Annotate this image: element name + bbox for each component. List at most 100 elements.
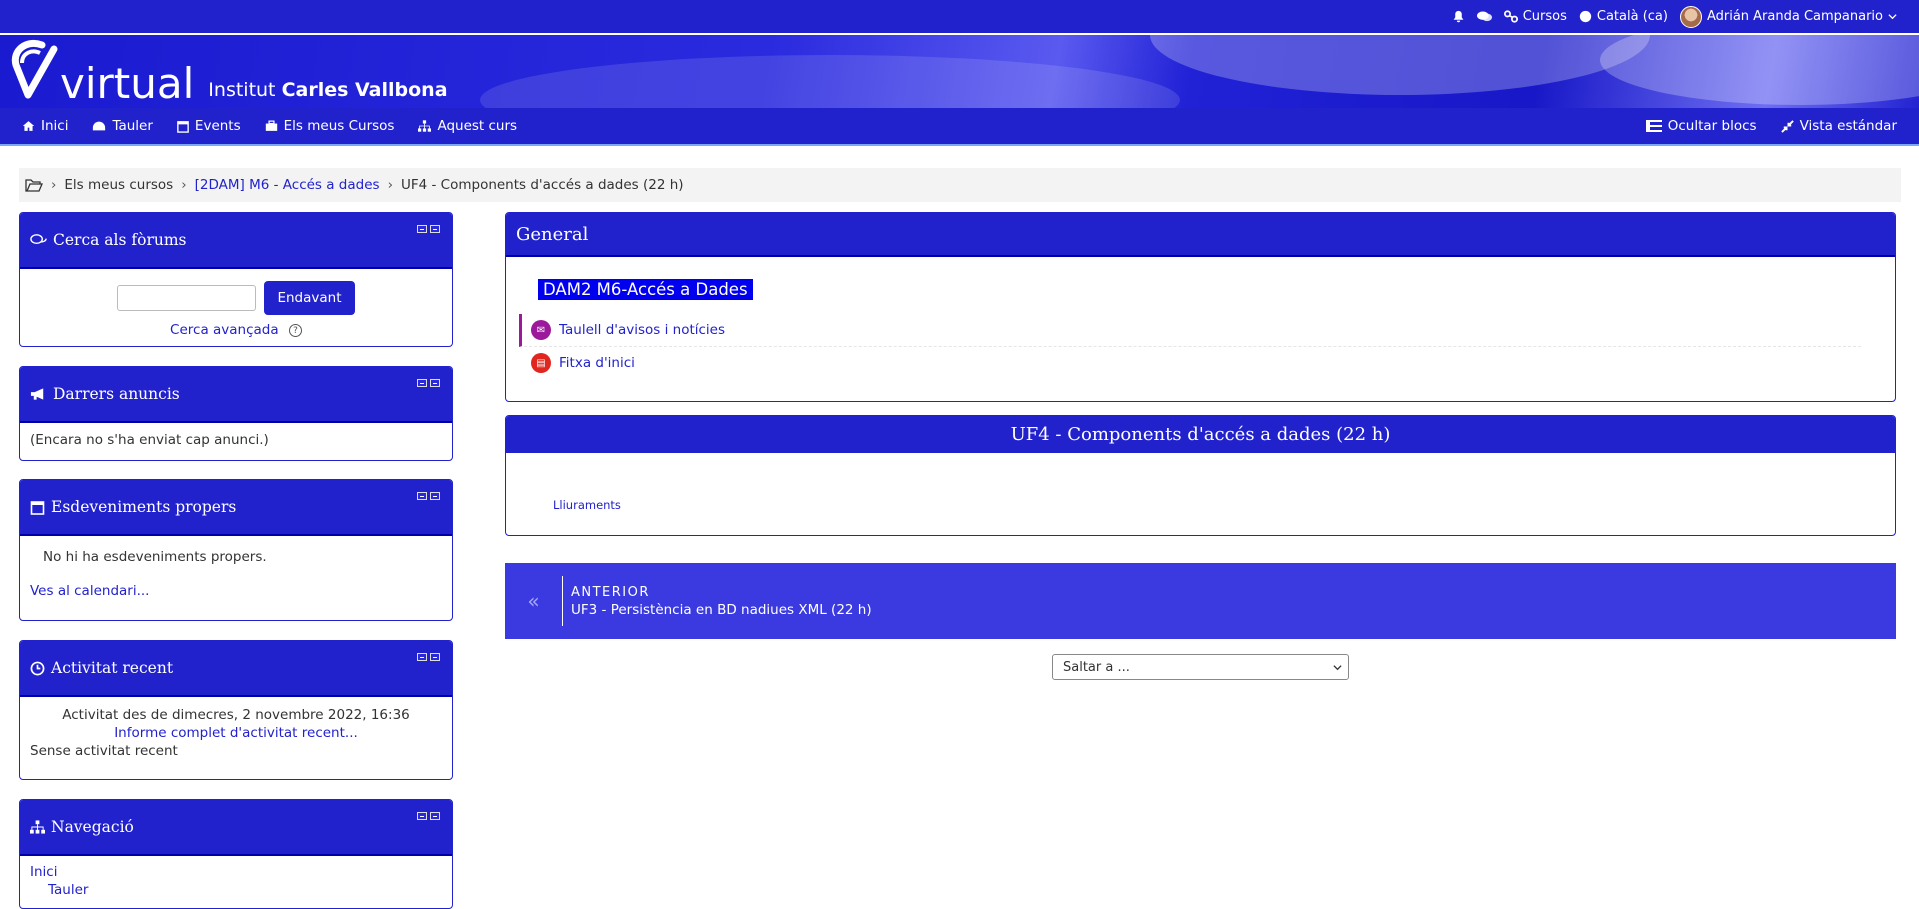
compress-icon	[1780, 119, 1794, 133]
institute-title: Institut Carles Vallbona	[208, 79, 447, 101]
activity-start-sheet[interactable]: ▤ Fitxa d'inici	[519, 347, 1861, 379]
hide-blocks-button[interactable]: Ocultar blocs	[1634, 118, 1769, 134]
chevron-down-icon	[1333, 664, 1342, 670]
breadcrumb-my-courses[interactable]: Els meus cursos	[64, 177, 173, 193]
dock-icon[interactable]	[430, 812, 440, 820]
block-title: Activitat recent	[51, 659, 174, 677]
dock-icon[interactable]	[430, 225, 440, 233]
block-content: Endavant Cerca avançada ?	[20, 269, 452, 346]
site-logo[interactable]: virtual Institut Carles Vallbona	[8, 39, 448, 105]
search-go-button[interactable]: Endavant	[264, 281, 355, 315]
bullhorn-icon	[30, 388, 44, 400]
nav-label: Inici	[41, 118, 69, 134]
block-controls	[417, 812, 440, 820]
block-content: (Encara no s'ha enviat cap anunci.)	[20, 423, 452, 458]
breadcrumb-separator: ›	[387, 177, 393, 193]
activity-announcements[interactable]: ✉ Taulell d'avisos i notícies	[519, 314, 1861, 347]
nav-item-events[interactable]: Events	[165, 118, 253, 134]
double-chevron-left-icon: «	[527, 589, 540, 613]
briefcase-icon	[265, 120, 277, 131]
dock-icon[interactable]	[430, 379, 440, 387]
block-controls	[417, 653, 440, 661]
link-icon	[1503, 10, 1518, 23]
nav-tree-home[interactable]: Inici	[30, 864, 442, 880]
block-header: Darrers anuncis	[20, 367, 452, 423]
logo-text: virtual	[60, 59, 195, 108]
messages-button[interactable]	[1476, 10, 1492, 23]
collapse-icon[interactable]	[417, 225, 427, 233]
activity-label: Taulell d'avisos i notícies	[559, 322, 726, 338]
latest-news-block: Darrers anuncis (Encara no s'ha enviat c…	[19, 366, 453, 461]
sitemap-icon	[418, 120, 432, 132]
advanced-search-link[interactable]: Cerca avançada	[170, 322, 279, 338]
folder-open-icon[interactable]	[25, 178, 43, 192]
block-header: Navegació	[20, 800, 452, 856]
home-icon	[22, 121, 35, 131]
dock-icon[interactable]	[430, 492, 440, 500]
institute-prefix: Institut	[208, 79, 276, 101]
avatar	[1679, 5, 1702, 28]
standard-view-label: Vista estándar	[1799, 118, 1897, 134]
previous-kicker: ANTERIOR	[571, 584, 650, 600]
breadcrumb-course[interactable]: [2DAM] M6 - Accés a dades	[195, 177, 380, 193]
collapse-icon[interactable]	[417, 379, 427, 387]
nav-item-my-courses[interactable]: Els meus Cursos	[253, 118, 407, 134]
section-header: General	[506, 213, 1895, 257]
chevron-down-icon	[1888, 14, 1897, 20]
previous-title: UF3 - Persistència en BD nadiues XML (22…	[571, 601, 872, 618]
language-menu[interactable]: Català (ca)	[1579, 9, 1668, 24]
language-label: Català (ca)	[1596, 9, 1668, 24]
forum-icon: ✉	[531, 320, 551, 340]
section-title: UF4 - Components d'accés a dades (22 h)	[1010, 424, 1391, 445]
section-header: UF4 - Components d'accés a dades (22 h)	[506, 416, 1895, 453]
notifications-button[interactable]	[1452, 10, 1465, 23]
no-events-text: No hi ha esdeveniments propers.	[43, 549, 267, 565]
standard-view-button[interactable]: Vista estándar	[1769, 118, 1897, 134]
comments-icon	[30, 233, 47, 244]
activity-since-text: Activitat des de dimecres, 2 novembre 20…	[62, 707, 410, 723]
block-title: Esdeveniments propers	[51, 498, 237, 516]
dock-icon[interactable]	[430, 653, 440, 661]
jump-to-select[interactable]: Saltar a ...	[1052, 654, 1349, 680]
hide-blocks-label: Ocultar blocs	[1667, 118, 1757, 134]
clock-icon	[30, 661, 45, 675]
logo-icon	[11, 40, 58, 99]
block-title: Navegació	[51, 818, 134, 836]
section-title: General	[516, 223, 589, 245]
calendar-link[interactable]: Ves al calendari...	[30, 583, 442, 599]
calendar-icon	[30, 500, 45, 515]
forum-search-block: Cerca als fòrums Endavant Cerca avançada…	[19, 212, 453, 347]
previous-section-link[interactable]: « ANTERIOR UF3 - Persistència en BD nadi…	[505, 563, 1896, 639]
forum-search-input[interactable]	[117, 285, 257, 311]
nav-item-dashboard[interactable]: Tauler	[80, 118, 164, 134]
full-report-link[interactable]: Informe complet d'activitat recent...	[30, 725, 442, 741]
recent-activity-block: Activitat recent Activitat des de dimecr…	[19, 640, 453, 780]
course-name-label: DAM2 M6-Accés a Dades	[538, 279, 753, 300]
nav-item-this-course[interactable]: Aquest curs	[406, 118, 529, 134]
collapse-icon[interactable]	[417, 812, 427, 820]
user-name: Adrián Aranda Campanario	[1706, 9, 1883, 24]
nav-label: Aquest curs	[437, 118, 518, 134]
collapse-icon[interactable]	[417, 492, 427, 500]
help-icon[interactable]: ?	[288, 323, 302, 337]
nav-label: Tauler	[112, 118, 153, 134]
dashboard-icon	[93, 121, 106, 131]
site-banner: virtual Institut Carles Vallbona	[0, 35, 1919, 108]
nav-tree-dashboard[interactable]: Tauler	[30, 882, 442, 898]
collapse-icon[interactable]	[417, 653, 427, 661]
nav-label: Events	[194, 118, 241, 134]
pdf-icon: ▤	[531, 353, 551, 373]
list-icon	[1645, 119, 1662, 132]
block-header: Cerca als fòrums	[20, 213, 452, 269]
submissions-link[interactable]: Lliuraments	[553, 498, 621, 512]
upcoming-events-block: Esdeveniments propers No hi ha esdevenim…	[19, 479, 453, 621]
breadcrumb-separator: ›	[51, 177, 57, 193]
user-menu[interactable]: Adrián Aranda Campanario	[1679, 5, 1897, 28]
breadcrumb-current: UF4 - Components d'accés a dades (22 h)	[400, 177, 684, 193]
courses-menu[interactable]: Cursos	[1503, 9, 1567, 24]
uf4-section: UF4 - Components d'accés a dades (22 h) …	[505, 415, 1896, 536]
nav-item-home[interactable]: Inici	[0, 118, 80, 134]
block-controls	[417, 225, 440, 233]
nav-label: Els meus Cursos	[283, 118, 395, 134]
bell-icon	[1453, 10, 1464, 23]
